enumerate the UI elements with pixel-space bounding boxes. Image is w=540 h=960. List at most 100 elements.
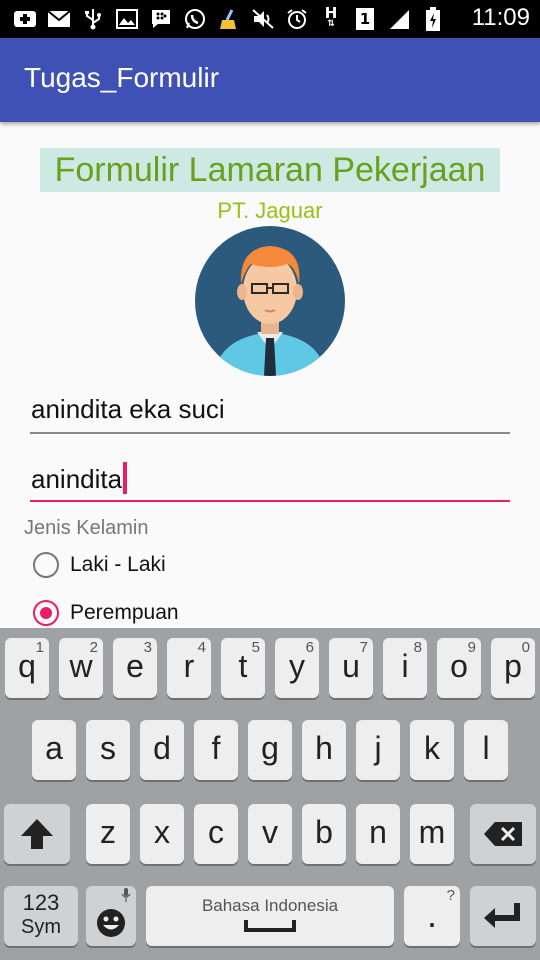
radio-laki-laki-label: Laki - Laki [70, 553, 166, 576]
status-bar: H ⇅ 1 11:09 [0, 0, 540, 38]
shift-key[interactable] [4, 804, 70, 864]
key-label: x [154, 814, 170, 850]
name-input[interactable]: anindita eka suci [30, 394, 510, 434]
radio-laki-laki[interactable]: Laki - Laki [33, 552, 166, 578]
key-label: g [261, 730, 279, 766]
app-title: Tugas_Formulir [24, 62, 220, 93]
key-label: n [369, 814, 387, 850]
bbm-icon [148, 7, 174, 31]
key-label: h [315, 730, 333, 766]
space-key[interactable]: Bahasa Indonesia [146, 886, 394, 946]
signal-icon [386, 7, 412, 31]
shift-icon [21, 819, 53, 849]
key-h[interactable]: h [302, 720, 346, 780]
key-p[interactable]: p0 [491, 638, 535, 698]
name-input-value: anindita eka suci [31, 394, 225, 424]
sim-number: 1 [356, 8, 374, 30]
plus-icon [12, 7, 38, 31]
text-cursor [123, 462, 128, 494]
mute-icon [250, 7, 276, 31]
radio-checked-icon [33, 600, 59, 626]
key-i[interactable]: i8 [383, 638, 427, 698]
key-k[interactable]: k [410, 720, 454, 780]
key-label: c [208, 814, 224, 850]
key-label: m [418, 814, 446, 850]
key-hint: 9 [467, 639, 476, 656]
gender-label: Jenis Kelamin [24, 517, 149, 539]
key-r[interactable]: r4 [167, 638, 211, 698]
key-d[interactable]: d [140, 720, 184, 780]
key-z[interactable]: z [86, 804, 130, 864]
key-c[interactable]: c [194, 804, 238, 864]
form-content: Formulir Lamaran Pekerjaan PT. Jaguar an… [0, 122, 540, 628]
key-label: j [374, 730, 382, 766]
nickname-input[interactable]: anindita [30, 462, 510, 502]
key-u[interactable]: u7 [329, 638, 373, 698]
key-hint: 2 [89, 639, 98, 656]
key-hint: 0 [521, 639, 530, 656]
radio-perempuan[interactable]: Perempuan [33, 600, 179, 626]
key-hint: 4 [197, 639, 206, 656]
key-label: s [100, 730, 116, 766]
key-label: l [482, 730, 490, 766]
mail-icon [46, 7, 72, 31]
network-type-label: H [324, 4, 338, 22]
key-y[interactable]: y6 [275, 638, 319, 698]
key-label: z [100, 814, 116, 850]
key-e[interactable]: e3 [113, 638, 157, 698]
symbols-key-label-2: Sym [21, 916, 61, 938]
key-m[interactable]: m [410, 804, 454, 864]
key-g[interactable]: g [248, 720, 292, 780]
battery-icon [420, 7, 446, 31]
emoji-key[interactable] [86, 886, 136, 946]
key-v[interactable]: v [248, 804, 292, 864]
backspace-icon [484, 822, 522, 846]
mic-icon [121, 888, 131, 902]
radio-unchecked-icon [33, 552, 59, 578]
radio-perempuan-label: Perempuan [70, 601, 179, 624]
notification-icons: H ⇅ 1 [12, 4, 446, 31]
key-l[interactable]: l [464, 720, 508, 780]
emoji-icon [97, 909, 125, 937]
clock: 11:09 [471, 4, 530, 31]
key-hint: 1 [35, 639, 44, 656]
usb-icon [80, 7, 106, 31]
image-icon [114, 7, 140, 31]
key-label: d [153, 730, 171, 766]
cleaner-icon [216, 7, 242, 31]
enter-icon [484, 903, 520, 928]
key-label: k [424, 730, 440, 766]
key-b[interactable]: b [302, 804, 346, 864]
period-key[interactable]: ? . [404, 886, 460, 946]
key-a[interactable]: a [32, 720, 76, 780]
company-name: PT. Jaguar [217, 198, 323, 223]
symbols-key[interactable]: 123 Sym [4, 886, 78, 946]
symbols-key-label-1: 123 [22, 890, 60, 915]
alarm-icon [284, 7, 310, 31]
key-hint: 5 [251, 639, 260, 656]
form-title: Formulir Lamaran Pekerjaan [40, 148, 500, 192]
key-f[interactable]: f [194, 720, 238, 780]
period-key-label: . [426, 894, 437, 935]
key-label: v [262, 814, 278, 850]
whatsapp-icon [182, 7, 208, 31]
key-hint: 8 [413, 639, 422, 656]
key-n[interactable]: n [356, 804, 400, 864]
key-t[interactable]: t5 [221, 638, 265, 698]
key-label: b [315, 814, 333, 850]
enter-key[interactable] [470, 886, 536, 946]
space-key-label: Bahasa Indonesia [201, 896, 339, 915]
key-label: f [211, 730, 221, 766]
key-hint: 6 [305, 639, 314, 656]
h-signal-icon: H ⇅ [324, 4, 338, 30]
key-q[interactable]: q1 [5, 638, 49, 698]
key-j[interactable]: j [356, 720, 400, 780]
key-w[interactable]: w2 [59, 638, 103, 698]
key-x[interactable]: x [140, 804, 184, 864]
soft-keyboard: q1w2e3r4t5y6u7i8o9p0 a s d f gh j k l z x c v bnm 1… [0, 628, 540, 960]
key-s[interactable]: s [86, 720, 130, 780]
nickname-input-value: anindita [31, 464, 123, 494]
key-o[interactable]: o9 [437, 638, 481, 698]
backspace-key[interactable] [470, 804, 536, 864]
avatar [195, 226, 345, 376]
